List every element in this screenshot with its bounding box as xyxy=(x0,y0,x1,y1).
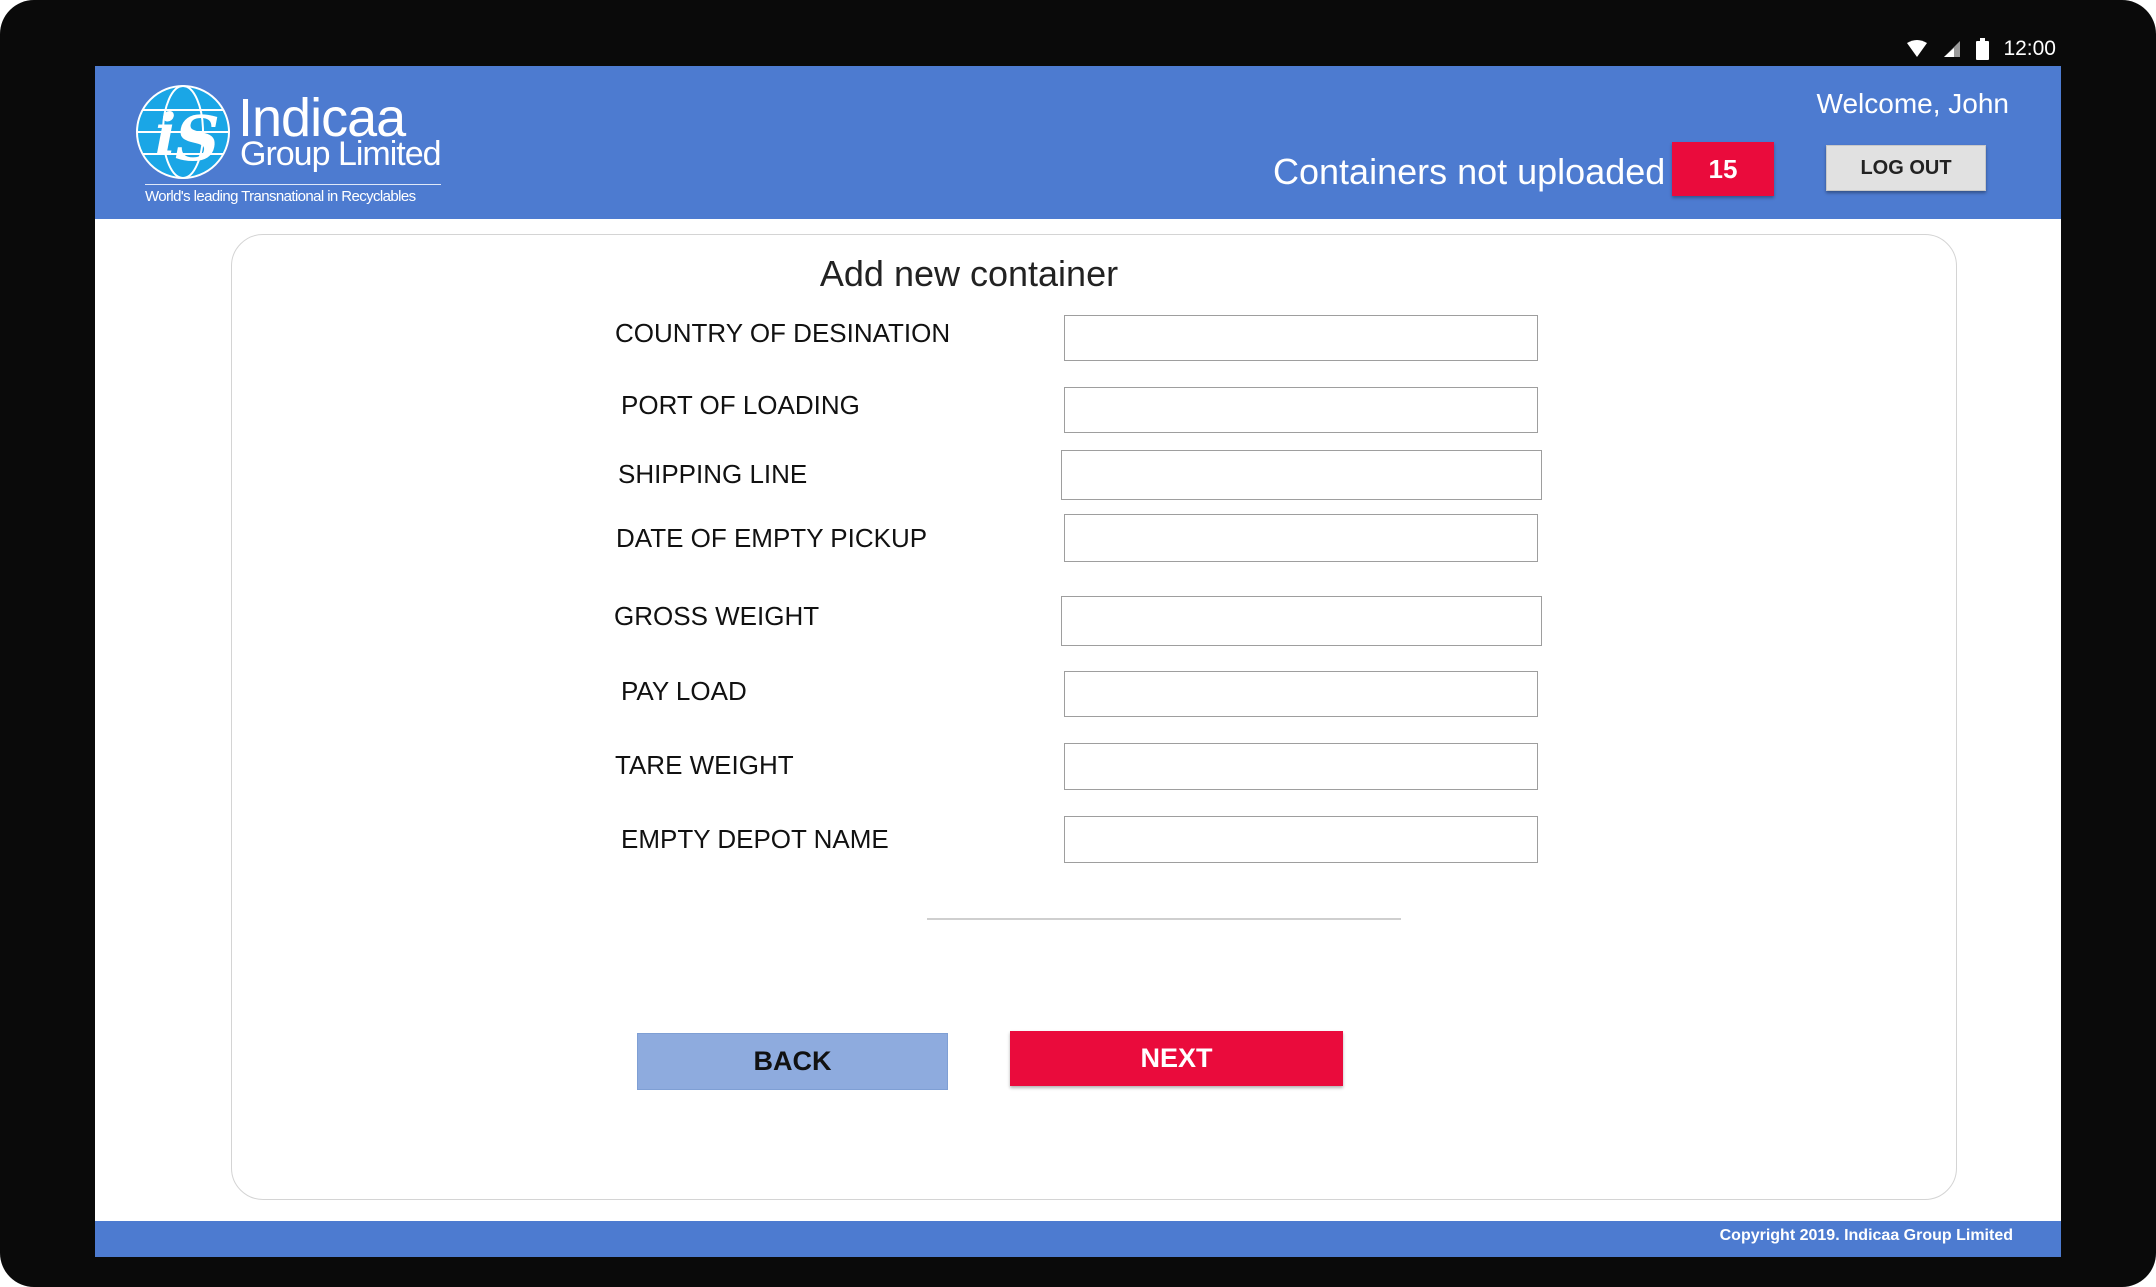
copyright-text: Copyright 2019. Indicaa Group Limited xyxy=(1719,1227,2013,1244)
app-screen: i S Indicaa Group Limited World's leadin… xyxy=(95,66,2061,1257)
containers-count-badge[interactable]: 15 xyxy=(1672,142,1774,196)
date-of-empty-pickup-input[interactable] xyxy=(1065,515,1537,561)
logo-subtitle: Group Limited xyxy=(240,135,442,173)
app-footer: Copyright 2019. Indicaa Group Limited xyxy=(95,1221,2061,1257)
gross-weight-field[interactable] xyxy=(1061,596,1542,646)
next-button[interactable]: NEXT xyxy=(1010,1031,1343,1086)
pay-load-field[interactable] xyxy=(1064,671,1538,717)
empty-depot-name-field[interactable] xyxy=(1064,816,1538,863)
form-title: Add new container xyxy=(819,253,1119,294)
country-of-destination-label: COUNTRY OF DESINATION xyxy=(615,318,951,348)
gross-weight-label: GROSS WEIGHT xyxy=(614,601,820,631)
port-of-loading-field[interactable] xyxy=(1064,387,1538,433)
wifi-icon xyxy=(1906,40,1928,58)
company-logo[interactable]: i S Indicaa Group Limited World's leadin… xyxy=(135,82,445,208)
svg-text:S: S xyxy=(175,102,220,175)
globe-logo-icon: i S xyxy=(136,85,230,179)
welcome-text: Welcome, John xyxy=(1816,88,2009,119)
country-of-destination-field[interactable] xyxy=(1064,315,1538,361)
containers-not-uploaded-label: Containers not uploaded xyxy=(1273,151,1666,192)
empty-depot-name-input[interactable] xyxy=(1065,817,1537,862)
form-divider xyxy=(927,918,1401,920)
app-header: i S Indicaa Group Limited World's leadin… xyxy=(95,66,2061,219)
shipping-line-label: SHIPPING LINE xyxy=(618,459,808,489)
port-of-loading-input[interactable] xyxy=(1065,388,1537,432)
status-bar: 12:00 xyxy=(0,0,2156,66)
svg-text:i: i xyxy=(155,102,176,168)
date-of-empty-pickup-label: DATE OF EMPTY PICKUP xyxy=(616,523,928,553)
logo-tagline: World's leading Transnational in Recycla… xyxy=(145,188,416,205)
shipping-line-input[interactable] xyxy=(1062,451,1541,499)
tare-weight-input[interactable] xyxy=(1065,744,1537,789)
gross-weight-input[interactable] xyxy=(1062,597,1541,645)
battery-icon xyxy=(1976,38,1990,60)
signal-icon xyxy=(1942,40,1962,58)
country-of-destination-input[interactable] xyxy=(1065,316,1537,360)
clock-time: 12:00 xyxy=(2003,37,2056,60)
tare-weight-label: TARE WEIGHT xyxy=(615,750,794,780)
pay-load-label: PAY LOAD xyxy=(621,676,747,706)
shipping-line-field[interactable] xyxy=(1061,450,1542,500)
logout-button[interactable]: LOG OUT xyxy=(1826,145,1986,191)
empty-depot-name-label: EMPTY DEPOT NAME xyxy=(621,824,889,854)
logo-divider xyxy=(145,184,441,185)
tare-weight-field[interactable] xyxy=(1064,743,1538,790)
back-button[interactable]: BACK xyxy=(637,1033,948,1090)
port-of-loading-label: PORT OF LOADING xyxy=(621,390,860,420)
pay-load-input[interactable] xyxy=(1065,672,1537,716)
date-of-empty-pickup-field[interactable] xyxy=(1064,514,1538,562)
